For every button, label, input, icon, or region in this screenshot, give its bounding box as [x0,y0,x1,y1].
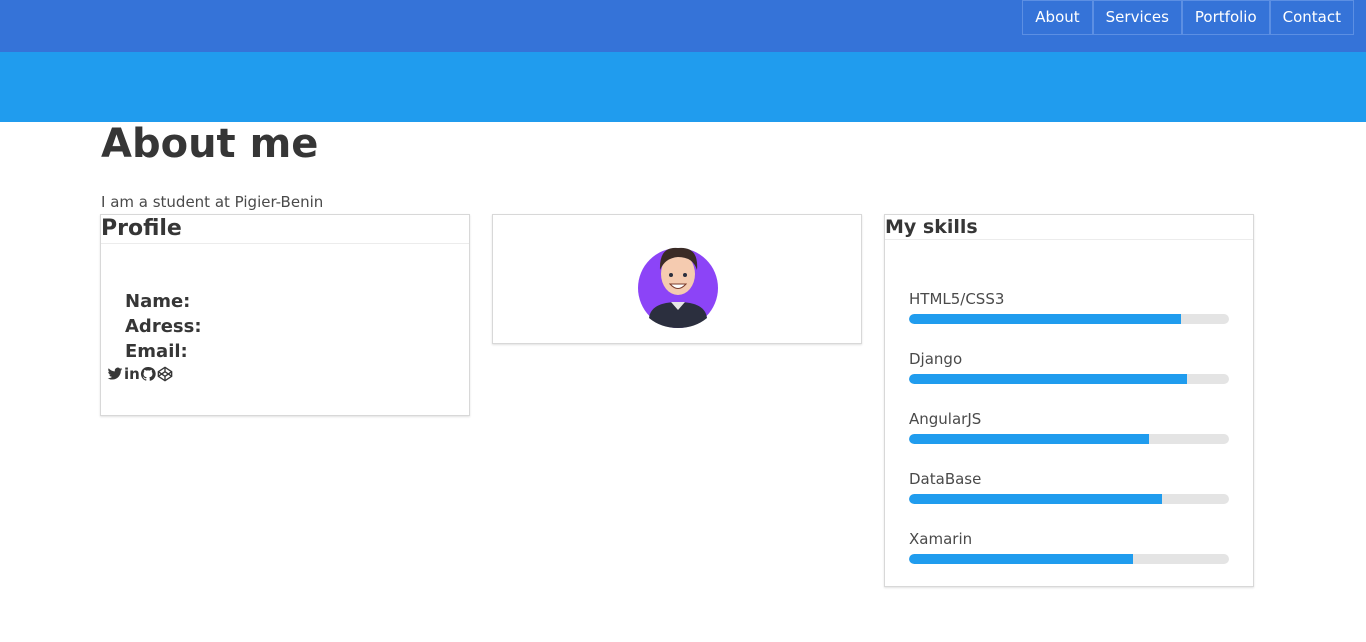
skill-name: AngularJS [909,410,982,428]
codepen-icon[interactable] [157,366,173,382]
avatar [638,247,718,328]
progress-fill [909,374,1188,384]
skills-title: My skills [885,215,1253,240]
progress-track [909,434,1229,444]
progress-fill [909,494,1162,504]
nav-links: About Services Portfolio Contact [1022,0,1354,35]
progress-fill [909,434,1149,444]
page-title: About me [101,121,319,167]
intro-text: I am a student at Pigier-Benin [101,193,324,211]
progress-fill [909,314,1181,324]
social-links: in [107,366,173,382]
navbar: About Services Portfolio Contact [0,0,1366,52]
skill-name: Django [909,350,963,368]
hero-banner [0,52,1366,122]
skill-html-css: HTML5/CSS3 [909,290,1229,324]
address-label: Adress: [125,316,202,337]
skill-name: Xamarin [909,530,973,548]
skill-name: HTML5/CSS3 [909,290,1005,308]
photo-card [492,214,862,344]
profile-title: Profile [101,215,469,244]
progress-track [909,374,1229,384]
skill-django: Django [909,350,1229,384]
twitter-icon[interactable] [107,366,123,382]
nav-link-contact[interactable]: Contact [1269,0,1354,35]
skill-database: DataBase [909,470,1229,504]
nav-link-portfolio[interactable]: Portfolio [1181,0,1270,35]
nav-link-services[interactable]: Services [1092,0,1182,35]
github-icon[interactable] [140,366,156,382]
skill-xamarin: Xamarin [909,530,1229,564]
linkedin-icon[interactable]: in [124,366,140,382]
skill-name: DataBase [909,470,982,488]
progress-track [909,554,1229,564]
email-label: Email: [125,341,188,362]
name-label: Name: [125,291,191,312]
progress-fill [909,554,1133,564]
progress-track [909,314,1229,324]
skill-angularjs: AngularJS [909,410,1229,444]
nav-link-about[interactable]: About [1022,0,1093,35]
profile-card: Profile Name: Adress: Email: in [100,214,470,416]
progress-track [909,494,1229,504]
profile-fields: Name: Adress: Email: [125,289,202,364]
skills-card: My skills HTML5/CSS3 Django AngularJS Da… [884,214,1254,587]
